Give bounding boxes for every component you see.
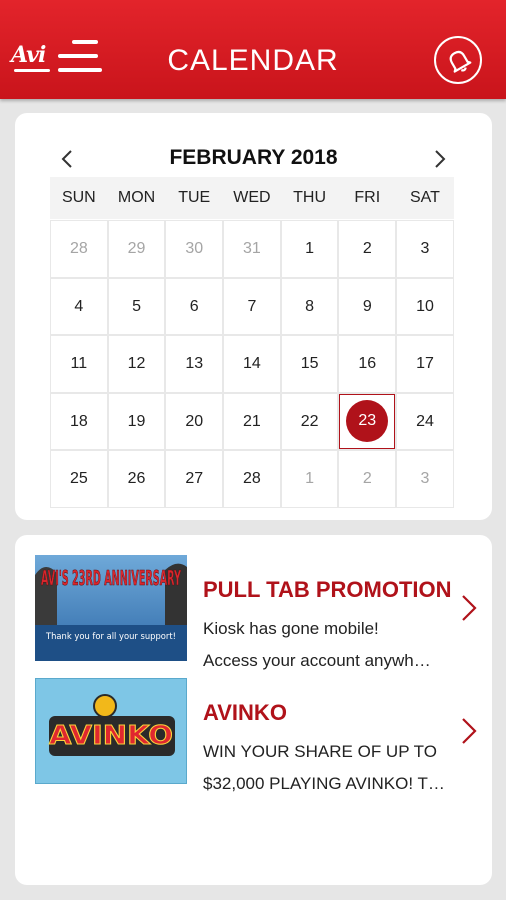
calendar-day[interactable]: 11	[51, 336, 107, 392]
calendar-card: FEBRUARY 2018 SUN MON TUE WED THU FRI SA…	[15, 113, 492, 520]
event-description-line: Kiosk has gone mobile!	[203, 619, 379, 638]
calendar-day-other-month[interactable]: 30	[166, 221, 223, 277]
calendar-day[interactable]: 15	[281, 336, 338, 392]
weekday-label: WED	[233, 189, 271, 206]
weekday-label: FRI	[354, 189, 381, 206]
notifications-button[interactable]	[434, 36, 482, 84]
calendar-day-other-month[interactable]: 2	[339, 451, 396, 507]
weekday-label: MON	[117, 189, 156, 206]
weekday-label: SAT	[410, 189, 440, 206]
calendar-day[interactable]: 6	[166, 278, 223, 334]
calendar-week: 28 29 30 31 1 2 3	[51, 221, 453, 277]
calendar-day[interactable]: 10	[397, 278, 453, 334]
calendar-day-other-month[interactable]: 3	[397, 451, 453, 507]
calendar-day[interactable]: 18	[51, 393, 107, 449]
calendar-day-other-month[interactable]: 29	[108, 221, 165, 277]
weekday-header: SUN MON TUE WED THU FRI SAT	[50, 177, 454, 219]
selected-day-marker: 23	[346, 400, 389, 443]
event-description-line: WIN YOUR SHARE OF UP TO	[203, 742, 437, 761]
event-item-avinko[interactable]: AVINKO AVINKO WIN YOUR SHARE OF UP TO $3…	[35, 678, 485, 793]
calendar-day[interactable]: 3	[397, 221, 453, 277]
event-thumbnail-avinko: AVINKO	[35, 678, 187, 784]
events-list: AVI'S 23RD ANNIVERSARY Thank you for all…	[15, 535, 492, 885]
anniversary-image-text: AVI'S 23RD ANNIVERSARY	[41, 566, 181, 590]
event-description-line: Access your account anywh…	[203, 651, 431, 670]
calendar-day[interactable]: 24	[397, 393, 453, 449]
next-month-button[interactable]	[427, 147, 451, 171]
calendar-day[interactable]: 7	[224, 278, 280, 334]
calendar-week: 4 5 6 7 8 9 10	[51, 278, 453, 334]
bell-icon	[449, 50, 472, 73]
calendar-day[interactable]: 26	[108, 451, 165, 507]
calendar-day[interactable]: 27	[166, 451, 223, 507]
event-description-line: $32,000 PLAYING AVINKO! T…	[203, 774, 445, 793]
chevron-right-icon	[462, 595, 477, 621]
calendar-day[interactable]: 28	[224, 451, 280, 507]
anniversary-image-caption: Thank you for all your support!	[45, 632, 176, 642]
calendar-day[interactable]: 1	[281, 221, 338, 277]
calendar-day-other-month[interactable]: 31	[224, 221, 280, 277]
avinko-logo-text: AVINKO	[49, 721, 173, 751]
calendar-day[interactable]: 4	[51, 278, 107, 334]
event-description: Kiosk has gone mobile! Access your accou…	[203, 613, 459, 677]
event-item-pull-tab[interactable]: AVI'S 23RD ANNIVERSARY Thank you for all…	[35, 555, 485, 670]
calendar-day[interactable]: 14	[224, 336, 280, 392]
calendar-day[interactable]: 21	[224, 393, 280, 449]
event-title: AVINKO	[203, 700, 287, 725]
calendar-day-other-month[interactable]: 1	[281, 451, 338, 507]
calendar-week: 11 12 13 14 15 16 17	[51, 336, 453, 392]
calendar-day[interactable]: 16	[339, 336, 396, 392]
calendar-day[interactable]: 25	[51, 451, 107, 507]
calendar-days: 28 29 30 31 1 2 3 4 5 6 7 8 9 10 11 12 1…	[50, 220, 454, 508]
calendar-day[interactable]: 9	[339, 278, 396, 334]
calendar-week: 18 19 20 21 22 23 24	[51, 393, 453, 449]
calendar-day[interactable]: 12	[108, 336, 165, 392]
calendar-day[interactable]: 22	[281, 393, 338, 449]
calendar-day[interactable]: 5	[108, 278, 165, 334]
app-header: Avi CALENDAR	[0, 0, 506, 99]
calendar-day[interactable]: 19	[108, 393, 165, 449]
month-title: FEBRUARY 2018	[169, 146, 338, 169]
event-title: PULL TAB PROMOTION	[203, 577, 452, 602]
calendar-day-selected[interactable]: 23	[339, 393, 396, 449]
event-description: WIN YOUR SHARE OF UP TO $32,000 PLAYING …	[203, 736, 459, 800]
weekday-label: THU	[293, 189, 327, 206]
weekday-label: SUN	[61, 189, 96, 206]
calendar-day[interactable]: 20	[166, 393, 223, 449]
calendar-day[interactable]: 17	[397, 336, 453, 392]
calendar-day-other-month[interactable]: 28	[51, 221, 107, 277]
event-thumbnail-anniversary: AVI'S 23RD ANNIVERSARY Thank you for all…	[35, 555, 187, 661]
chevron-right-icon	[462, 718, 477, 744]
calendar-day[interactable]: 8	[281, 278, 338, 334]
calendar-day[interactable]: 13	[166, 336, 223, 392]
chevron-right-icon	[435, 150, 446, 168]
weekday-label: TUE	[178, 189, 211, 206]
calendar-day[interactable]: 2	[339, 221, 396, 277]
page-title: CALENDAR	[167, 44, 339, 77]
calendar-week: 25 26 27 28 1 2 3	[51, 451, 453, 507]
calendar-grid: SUN MON TUE WED THU FRI SAT 28 29 30 31 …	[50, 177, 454, 508]
